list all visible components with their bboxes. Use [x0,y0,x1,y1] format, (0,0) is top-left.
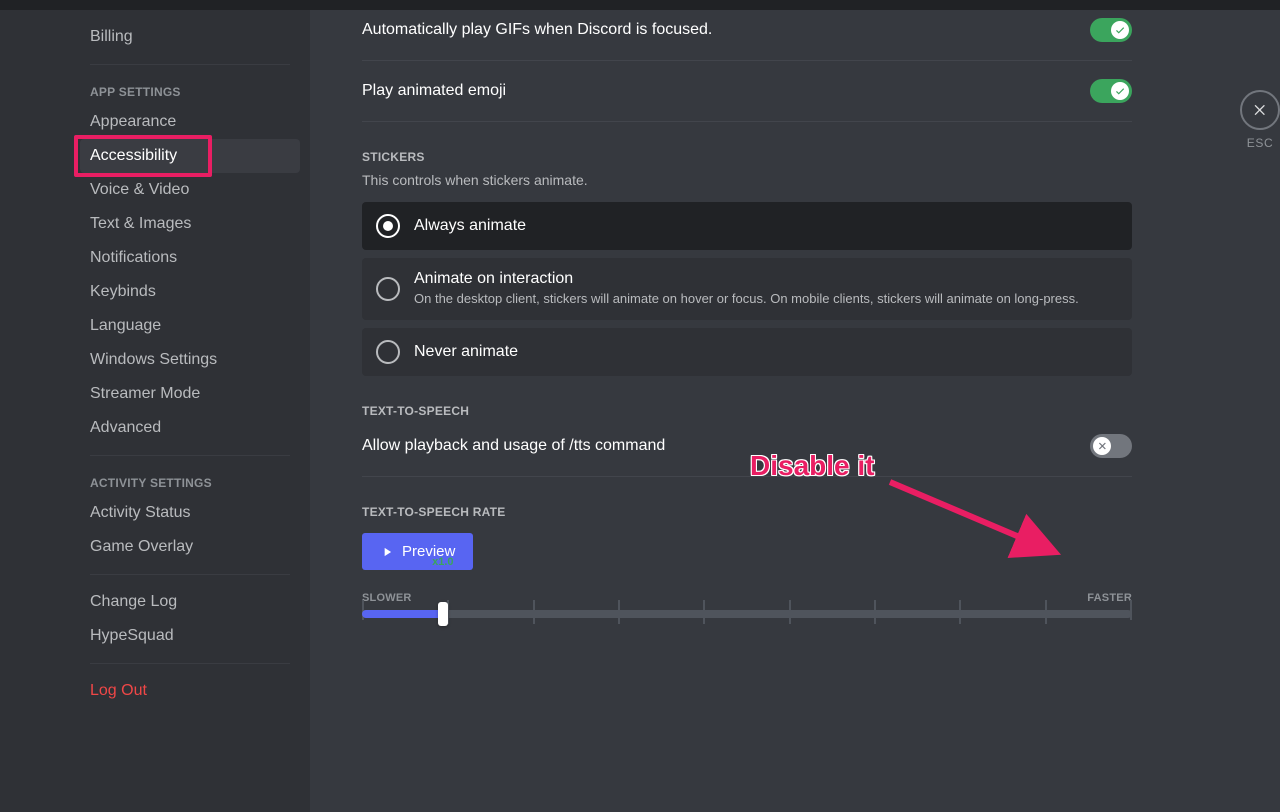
close-icon [1252,102,1268,118]
radio-label: Never animate [414,343,518,361]
window-titlebar [0,0,1280,10]
sidebar-item-language[interactable]: Language [80,309,300,343]
radio-label: Animate on interaction [414,270,1079,288]
play-icon [380,545,394,559]
sidebar-item-change-log[interactable]: Change Log [80,585,300,619]
esc-label: ESC [1230,136,1280,150]
setting-row-auto-play-gifs: Automatically play GIFs when Discord is … [362,10,1132,60]
setting-row-animated-emoji: Play animated emoji [362,61,1132,121]
radio-icon [376,277,400,301]
check-icon [1114,24,1126,36]
sidebar-item-hypesquad[interactable]: HypeSquad [80,619,300,653]
section-header-tts-rate: TEXT-TO-SPEECH RATE [362,505,1132,519]
toggle-knob [1093,437,1111,455]
toggle-knob [1111,21,1129,39]
sidebar-item-streamer-mode[interactable]: Streamer Mode [80,377,300,411]
sidebar-item-activity-status[interactable]: Activity Status [80,496,300,530]
toggle-auto-play-gifs[interactable] [1090,18,1132,42]
separator [90,663,290,664]
sidebar-item-voice-video[interactable]: Voice & Video [80,173,300,207]
sidebar-item-logout[interactable]: Log Out [80,674,300,708]
radio-icon [376,214,400,238]
sidebar-item-windows-settings[interactable]: Windows Settings [80,343,300,377]
sidebar-item-text-images[interactable]: Text & Images [80,207,300,241]
separator [90,64,290,65]
sidebar-item-game-overlay[interactable]: Game Overlay [80,530,300,564]
toggle-knob [1111,82,1129,100]
check-icon [1114,85,1126,97]
sidebar-item-label: Accessibility [90,147,177,164]
settings-content: Automatically play GIFs when Discord is … [310,10,1280,812]
setting-label: Allow playback and usage of /tts command [362,437,665,455]
radio-description: On the desktop client, stickers will ani… [414,290,1079,308]
setting-row-tts-command: Allow playback and usage of /tts command [362,426,1132,476]
close-esc-group: ESC [1230,90,1280,150]
sidebar-item-keybinds[interactable]: Keybinds [80,275,300,309]
toggle-animated-emoji[interactable] [1090,79,1132,103]
tts-rate-slider[interactable]: x1.0 SLOWER FASTER [362,592,1132,618]
slider-value-label: x1.0 [432,556,453,568]
close-button[interactable] [1240,90,1280,130]
separator [90,574,290,575]
radio-label: Always animate [414,217,526,235]
slider-fill [362,610,443,618]
radio-animate-on-interaction[interactable]: Animate on interaction On the desktop cl… [362,258,1132,320]
preview-button[interactable]: Preview [362,533,473,570]
sidebar-item-accessibility[interactable]: Accessibility [80,139,300,173]
radio-never-animate[interactable]: Never animate [362,328,1132,376]
section-header-stickers: STICKERS [362,150,1132,164]
separator [90,455,290,456]
slider-thumb[interactable] [438,602,448,626]
sidebar-item-appearance[interactable]: Appearance [80,105,300,139]
section-description: This controls when stickers animate. [362,172,1132,188]
divider [362,121,1132,122]
slider-track[interactable] [362,610,1132,618]
section-header-tts: TEXT-TO-SPEECH [362,404,1132,418]
setting-label: Play animated emoji [362,82,506,100]
sidebar-item-advanced[interactable]: Advanced [80,411,300,445]
sidebar-header-app-settings: APP SETTINGS [80,75,300,105]
sidebar-item-billing[interactable]: Billing [80,20,300,54]
divider [362,476,1132,477]
sidebar-item-notifications[interactable]: Notifications [80,241,300,275]
sidebar-header-activity-settings: ACTIVITY SETTINGS [80,466,300,496]
settings-sidebar: Billing APP SETTINGS Appearance Accessib… [0,10,310,812]
x-icon [1096,440,1108,452]
toggle-tts-command[interactable] [1090,434,1132,458]
radio-always-animate[interactable]: Always animate [362,202,1132,250]
slider-ticks [362,600,1132,624]
setting-label: Automatically play GIFs when Discord is … [362,21,712,39]
radio-icon [376,340,400,364]
